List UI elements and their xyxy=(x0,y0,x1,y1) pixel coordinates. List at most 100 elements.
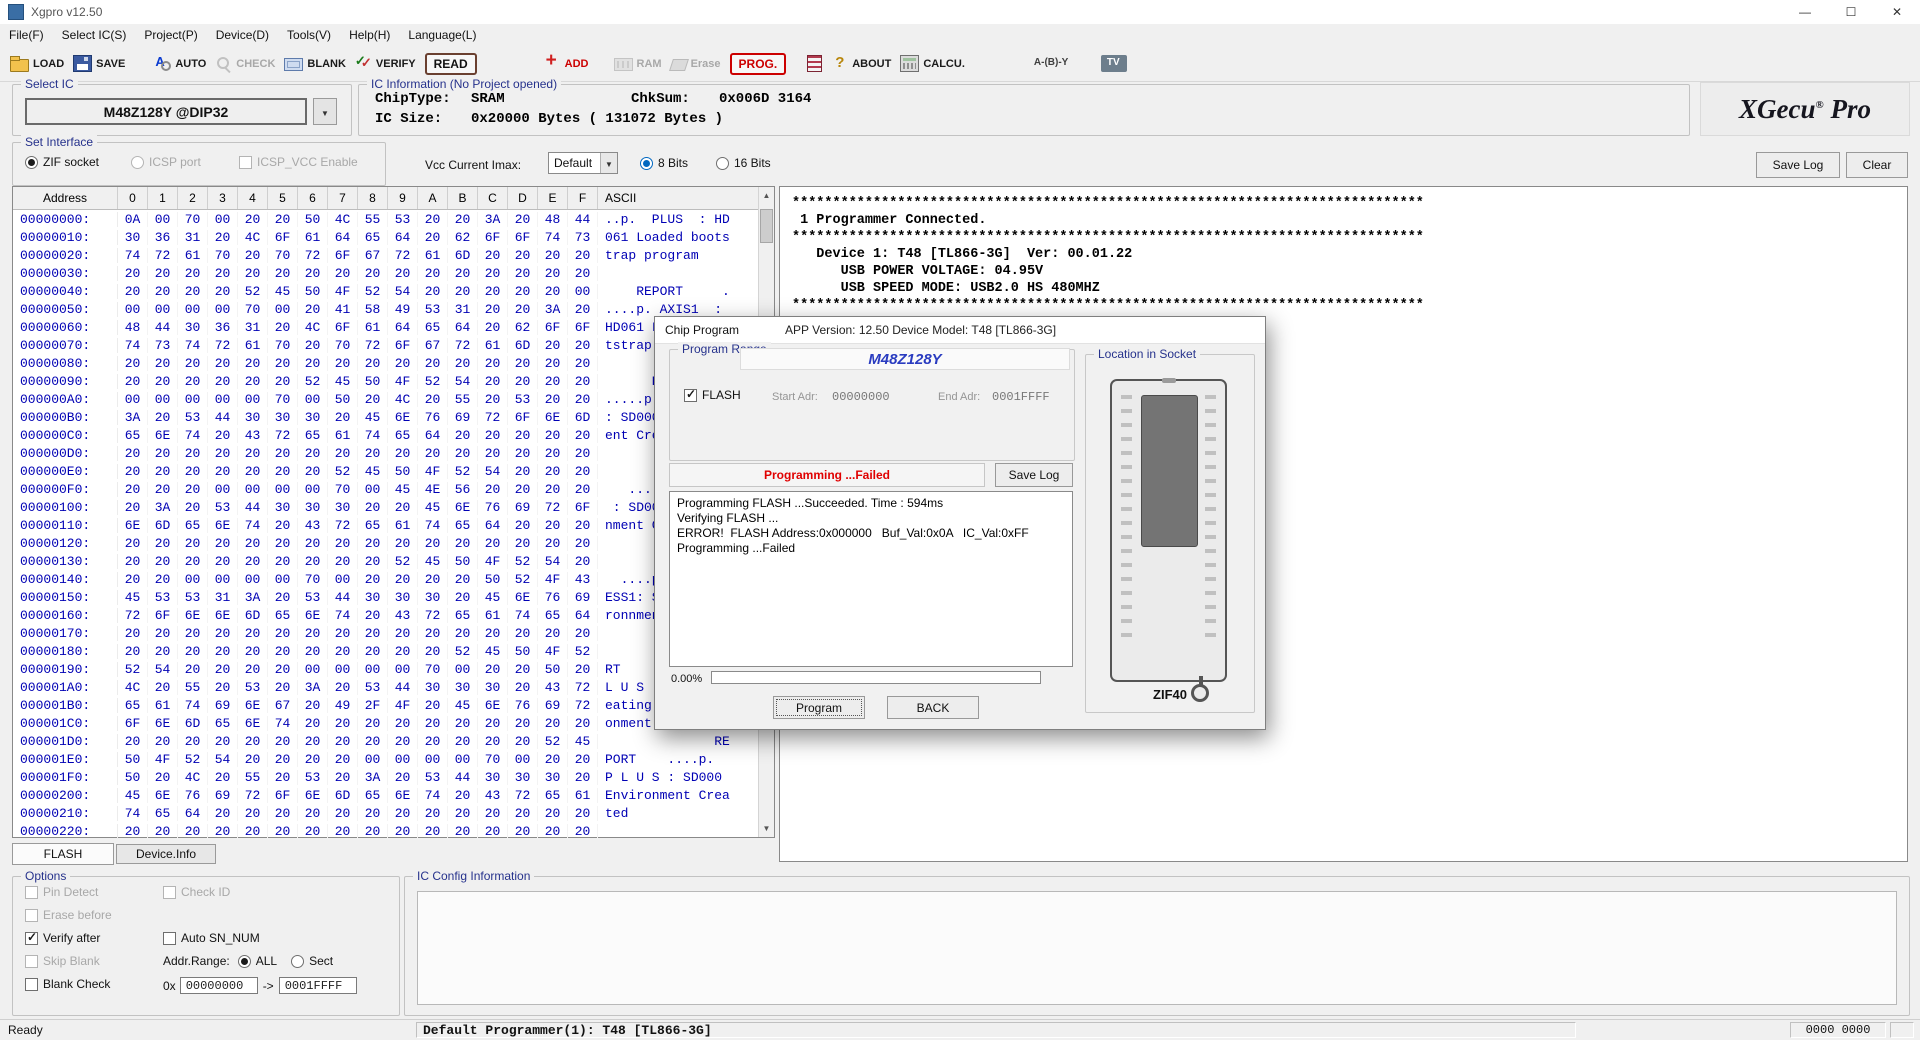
hex-byte-cell[interactable]: 74 xyxy=(508,608,538,623)
hex-byte-cell[interactable]: 45 xyxy=(418,500,448,515)
hex-byte-cell[interactable]: 20 xyxy=(358,608,388,623)
hex-byte-cell[interactable]: 20 xyxy=(238,536,268,551)
hex-byte-cell[interactable]: 20 xyxy=(538,266,568,281)
hex-byte-cell[interactable]: 20 xyxy=(568,626,598,641)
hex-byte-cell[interactable]: 20 xyxy=(208,356,238,371)
hex-byte-cell[interactable]: 73 xyxy=(148,338,178,353)
hex-byte-cell[interactable]: 4F xyxy=(418,464,448,479)
hex-byte-cell[interactable]: 20 xyxy=(508,824,538,839)
hex-byte-cell[interactable]: 20 xyxy=(298,716,328,731)
hex-byte-cell[interactable]: 20 xyxy=(268,824,298,839)
hex-byte-cell[interactable]: 55 xyxy=(358,212,388,227)
hex-byte-cell[interactable]: 72 xyxy=(388,248,418,263)
hex-byte-cell[interactable]: 3A xyxy=(118,410,148,425)
hex-byte-cell[interactable]: 6E xyxy=(298,608,328,623)
hex-byte-cell[interactable]: 00 xyxy=(418,752,448,767)
hex-byte-cell[interactable]: 44 xyxy=(448,770,478,785)
hex-byte-cell[interactable]: 49 xyxy=(328,698,358,713)
hex-byte-cell[interactable]: 20 xyxy=(118,734,148,749)
hex-byte-cell[interactable]: 20 xyxy=(208,284,238,299)
hex-byte-cell[interactable]: 76 xyxy=(508,698,538,713)
hex-byte-cell[interactable]: 31 xyxy=(208,590,238,605)
hex-byte-cell[interactable]: 20 xyxy=(148,572,178,587)
toolbar-erase-button[interactable]: Erase xyxy=(671,56,721,71)
hex-byte-cell[interactable]: 20 xyxy=(478,626,508,641)
hex-byte-cell[interactable]: 45 xyxy=(478,644,508,659)
hex-byte-cell[interactable]: 30 xyxy=(118,230,148,245)
hex-byte-cell[interactable]: 20 xyxy=(538,824,568,839)
hex-byte-cell[interactable]: 20 xyxy=(538,626,568,641)
hex-byte-cell[interactable]: 20 xyxy=(328,644,358,659)
hex-byte-cell[interactable]: 20 xyxy=(508,374,538,389)
hex-byte-cell[interactable]: 20 xyxy=(478,356,508,371)
hex-byte-cell[interactable]: 20 xyxy=(328,536,358,551)
hex-byte-cell[interactable]: 00 xyxy=(358,752,388,767)
hex-byte-cell[interactable]: 6D xyxy=(508,338,538,353)
hex-byte-cell[interactable]: 20 xyxy=(508,518,538,533)
hex-byte-cell[interactable]: 20 xyxy=(238,644,268,659)
hex-byte-cell[interactable]: 49 xyxy=(388,302,418,317)
hex-byte-cell[interactable]: 62 xyxy=(508,320,538,335)
hex-byte-cell[interactable]: 30 xyxy=(238,410,268,425)
hex-byte-cell[interactable]: 20 xyxy=(268,662,298,677)
hex-byte-cell[interactable]: 74 xyxy=(118,248,148,263)
hex-byte-cell[interactable]: 20 xyxy=(238,212,268,227)
hex-byte-cell[interactable]: 20 xyxy=(328,626,358,641)
hex-byte-cell[interactable]: 52 xyxy=(538,734,568,749)
hex-byte-cell[interactable]: 67 xyxy=(358,248,388,263)
hex-byte-cell[interactable]: 20 xyxy=(508,356,538,371)
hex-byte-cell[interactable]: 20 xyxy=(148,626,178,641)
hex-byte-cell[interactable]: 20 xyxy=(298,302,328,317)
hex-byte-cell[interactable]: 45 xyxy=(358,410,388,425)
hex-byte-cell[interactable]: 20 xyxy=(238,446,268,461)
hex-byte-cell[interactable]: 3A xyxy=(358,770,388,785)
hex-byte-cell[interactable]: 65 xyxy=(448,518,478,533)
hex-byte-cell[interactable]: 20 xyxy=(148,644,178,659)
hex-byte-cell[interactable]: 52 xyxy=(298,374,328,389)
hex-byte-cell[interactable]: 53 xyxy=(238,680,268,695)
hex-byte-cell[interactable]: 20 xyxy=(298,626,328,641)
hex-byte-cell[interactable]: 20 xyxy=(448,356,478,371)
hex-byte-cell[interactable]: 20 xyxy=(538,374,568,389)
hex-byte-cell[interactable]: 20 xyxy=(448,572,478,587)
hex-byte-cell[interactable]: 3A xyxy=(298,680,328,695)
hex-byte-cell[interactable]: 67 xyxy=(268,698,298,713)
hex-byte-cell[interactable]: 20 xyxy=(448,266,478,281)
hex-byte-cell[interactable]: 6E xyxy=(148,788,178,803)
hex-byte-cell[interactable]: 74 xyxy=(118,338,148,353)
hex-byte-cell[interactable]: 20 xyxy=(358,266,388,281)
hex-byte-cell[interactable]: 20 xyxy=(208,446,238,461)
hex-ascii-cell[interactable] xyxy=(598,266,759,281)
hex-byte-cell[interactable]: 62 xyxy=(448,230,478,245)
hex-byte-cell[interactable]: 53 xyxy=(358,680,388,695)
hex-byte-cell[interactable]: 6F xyxy=(568,500,598,515)
hex-byte-cell[interactable]: 20 xyxy=(418,536,448,551)
hex-byte-cell[interactable]: 20 xyxy=(358,644,388,659)
auto-sn-num-checkbox[interactable]: Auto SN_NUM xyxy=(163,931,260,945)
hex-byte-cell[interactable]: 20 xyxy=(208,680,238,695)
hex-byte-cell[interactable]: 53 xyxy=(418,770,448,785)
hex-byte-cell[interactable]: 20 xyxy=(478,824,508,839)
hex-byte-cell[interactable]: 30 xyxy=(268,410,298,425)
toolbar-ictest-button[interactable] xyxy=(807,55,822,72)
hex-byte-cell[interactable]: 20 xyxy=(148,824,178,839)
hex-byte-cell[interactable]: 20 xyxy=(448,428,478,443)
menu-help-h[interactable]: Help(H) xyxy=(340,25,399,45)
hex-byte-cell[interactable]: 6E xyxy=(118,518,148,533)
hex-byte-cell[interactable]: 20 xyxy=(568,482,598,497)
hex-byte-cell[interactable]: 50 xyxy=(118,770,148,785)
hex-byte-cell[interactable]: 00 xyxy=(208,212,238,227)
hex-byte-cell[interactable]: 20 xyxy=(568,392,598,407)
hex-byte-cell[interactable]: 20 xyxy=(148,410,178,425)
hex-byte-cell[interactable]: 72 xyxy=(238,788,268,803)
hex-byte-cell[interactable]: 69 xyxy=(448,410,478,425)
hex-byte-cell[interactable]: 20 xyxy=(418,284,448,299)
hex-byte-cell[interactable]: 52 xyxy=(178,752,208,767)
hex-byte-cell[interactable]: 20 xyxy=(418,392,448,407)
hex-byte-cell[interactable]: 4F xyxy=(328,284,358,299)
hex-byte-cell[interactable]: 4F xyxy=(148,752,178,767)
maximize-button[interactable]: ☐ xyxy=(1828,0,1874,24)
hex-byte-cell[interactable]: 6E xyxy=(298,788,328,803)
hex-byte-cell[interactable]: 20 xyxy=(508,680,538,695)
hex-byte-cell[interactable]: 20 xyxy=(148,356,178,371)
